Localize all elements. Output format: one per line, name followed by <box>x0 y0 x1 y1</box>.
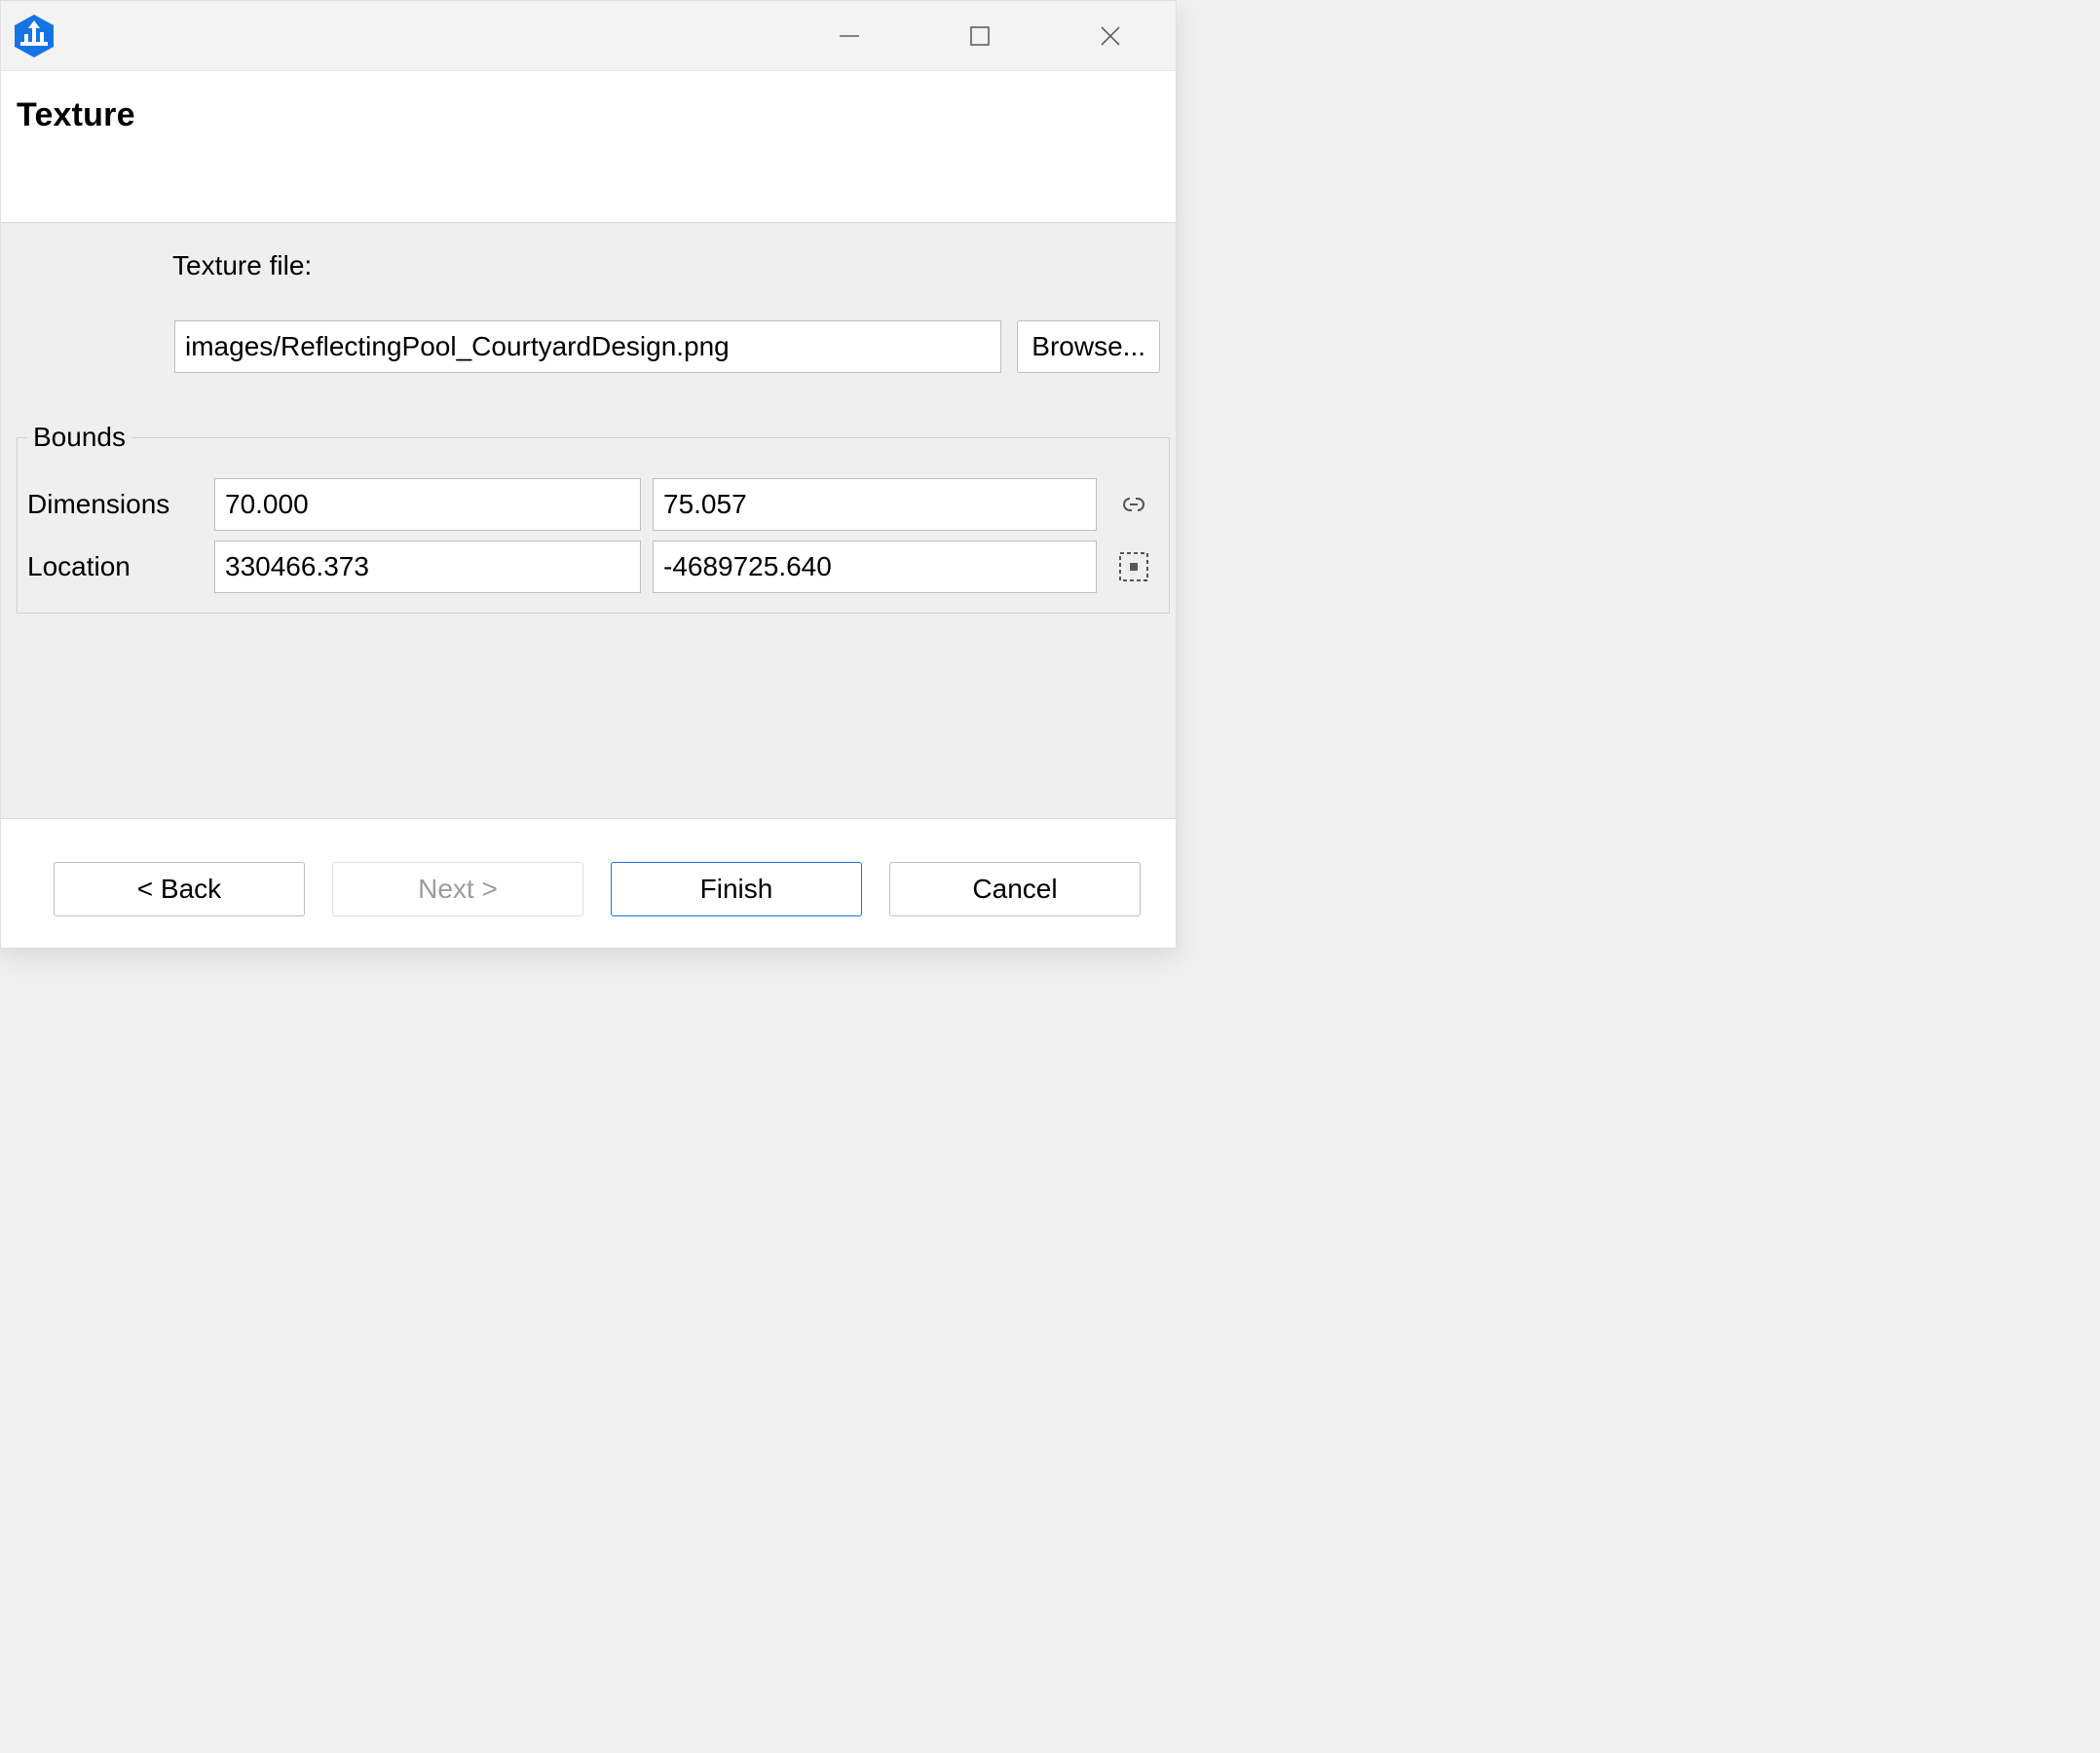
location-y-input[interactable] <box>653 541 1097 593</box>
location-x-input[interactable] <box>214 541 641 593</box>
bounds-group: Bounds Dimensions Location <box>17 422 1170 614</box>
wizard-dialog: Texture Texture file: Browse... Bounds D… <box>0 0 1177 949</box>
app-icon <box>11 13 57 59</box>
finish-button[interactable]: Finish <box>611 862 862 916</box>
wizard-button-bar: < Back Next > Finish Cancel <box>1 818 1176 948</box>
dimension-x-input[interactable] <box>214 478 641 531</box>
texture-file-input[interactable] <box>174 320 1001 373</box>
browse-button[interactable]: Browse... <box>1017 320 1160 373</box>
page-title: Texture <box>17 96 1160 134</box>
texture-file-label: Texture file: <box>172 250 312 281</box>
wizard-body: Texture file: Browse... Bounds Dimension… <box>1 223 1176 818</box>
cancel-button[interactable]: Cancel <box>889 862 1141 916</box>
next-button: Next > <box>332 862 583 916</box>
wizard-header: Texture <box>1 71 1176 223</box>
window-controls <box>784 1 1176 70</box>
titlebar-left <box>11 13 57 59</box>
location-label: Location <box>27 551 203 582</box>
location-picker-icon[interactable] <box>1108 550 1159 583</box>
dimensions-label: Dimensions <box>27 489 203 520</box>
bounds-legend: Bounds <box>27 422 131 453</box>
close-button[interactable] <box>1045 1 1176 70</box>
link-dimensions-icon[interactable] <box>1108 493 1159 516</box>
titlebar <box>1 1 1176 71</box>
minimize-button[interactable] <box>784 1 915 70</box>
maximize-button[interactable] <box>915 1 1045 70</box>
dimension-y-input[interactable] <box>653 478 1097 531</box>
back-button[interactable]: < Back <box>54 862 305 916</box>
